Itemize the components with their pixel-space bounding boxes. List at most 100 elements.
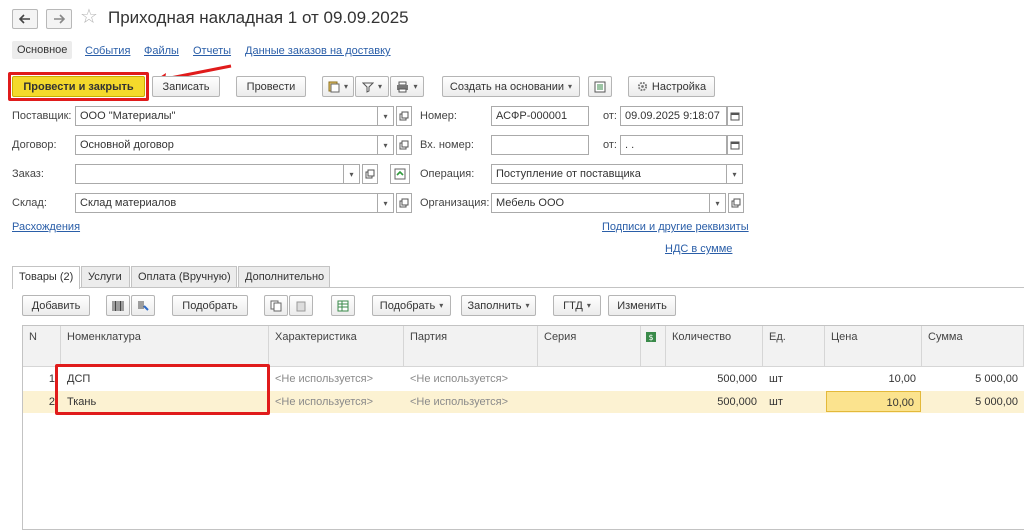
section-events[interactable]: События [85,45,130,57]
column-header-characteristic[interactable]: Характеристика [269,326,404,366]
order-fill-button[interactable] [390,164,410,184]
warehouse-field[interactable]: Склад материалов [75,193,378,213]
svg-text:$: $ [648,333,653,342]
row-series[interactable] [538,391,641,413]
settings-button[interactable]: Настройка [628,76,715,97]
create-based-on-label: Создать на основании [449,80,565,93]
vat-link[interactable]: НДС в сумме [665,243,732,255]
window-title: Приходная накладная 1 от 09.09.2025 [108,8,409,27]
create-based-on-button[interactable]: Создать на основании ▾ [442,76,580,97]
section-main[interactable]: Основное [12,41,73,59]
organization-dropdown[interactable]: ▾ [710,193,726,213]
section-delivery[interactable]: Данные заказов на доставку [245,45,391,57]
printer-icon [397,81,409,92]
row-unit[interactable]: шт [763,391,825,413]
print-button[interactable]: ▾ [390,76,424,97]
number-label: Номер: [420,110,457,122]
contract-dropdown[interactable]: ▾ [378,135,394,155]
change-button[interactable]: Изменить [608,295,676,316]
open-icon [399,198,409,208]
row-sum[interactable]: 5 000,00 [922,391,1024,413]
signatures-link[interactable]: Подписи и другие реквизиты [602,221,749,233]
excel-load-button[interactable] [331,295,355,316]
barcode-button[interactable] [106,295,130,316]
highlight-nomenclature [55,364,270,415]
row-batch[interactable]: <Не используется> [404,391,538,413]
column-header-price[interactable]: Цена [825,326,922,366]
row-price-active-cell[interactable]: 10,00 [826,391,921,412]
row-price[interactable]: 10,00 [825,368,922,390]
section-reports[interactable]: Отчеты [193,45,231,57]
open-icon [399,140,409,150]
filter-button[interactable]: ▾ [355,76,389,97]
section-files[interactable]: Файлы [144,45,179,57]
tab-goods[interactable]: Товары (2) [12,266,80,289]
organization-open-button[interactable] [728,193,744,213]
column-header-series[interactable]: Серия [538,326,641,366]
column-header-quantity[interactable]: Количество [666,326,763,366]
row-batch[interactable]: <Не используется> [404,368,538,390]
structure-button[interactable] [588,76,612,97]
add-row-button[interactable]: Добавить [22,295,90,316]
date-from-label: от: [603,110,617,122]
discrepancies-link[interactable]: Расхождения [12,221,80,233]
supplier-label: Поставщик: [12,110,72,122]
date-field[interactable]: 09.09.2025 9:18:07 [620,106,727,126]
scanner-button[interactable] [131,295,155,316]
fill-menu-button[interactable]: Заполнить ▾ [461,295,536,316]
contract-open-button[interactable] [396,135,412,155]
column-header-batch[interactable]: Партия [404,326,538,366]
incoming-date-field[interactable]: . . [620,135,727,155]
paste-rows-button[interactable] [289,295,313,316]
pick-menu-button[interactable]: Подобрать ▾ [372,295,451,316]
row-characteristic[interactable]: <Не используется> [269,391,404,413]
copy-rows-button[interactable] [264,295,288,316]
column-header-series-icon[interactable]: $ [641,326,666,366]
supplier-field[interactable]: ООО "Материалы" [75,106,378,126]
tab-additional[interactable]: Дополнительно [238,266,330,287]
back-button[interactable] [12,9,38,29]
calendar-icon [730,141,740,150]
contract-label: Договор: [12,139,57,151]
row-quantity[interactable]: 500,000 [666,391,763,413]
column-header-n[interactable]: N [23,326,61,366]
gtd-menu-label: ГТД [563,299,583,312]
column-header-unit[interactable]: Ед. [763,326,825,366]
warehouse-open-button[interactable] [396,193,412,213]
star-icon[interactable]: ☆ [80,6,98,28]
tab-services[interactable]: Услуги [81,266,130,287]
order-open-button[interactable] [362,164,378,184]
order-label: Заказ: [12,168,44,180]
tab-payment[interactable]: Оплата (Вручную) [131,266,237,287]
row-characteristic[interactable]: <Не используется> [269,368,404,390]
incoming-date-calendar-button[interactable] [727,135,743,155]
fill-green-icon [394,168,406,180]
column-header-nomenclature[interactable]: Номенклатура [61,326,269,366]
post-button[interactable]: Провести [236,76,306,97]
row-series[interactable] [538,368,641,390]
column-header-sum[interactable]: Сумма [922,326,1024,366]
organization-field[interactable]: Мебель ООО [491,193,710,213]
operation-field[interactable]: Поступление от поставщика [491,164,727,184]
operation-dropdown[interactable]: ▾ [727,164,743,184]
row-unit[interactable]: шт [763,368,825,390]
structure-icon [594,81,606,92]
pick-button[interactable]: Подобрать [172,295,248,316]
open-icon [399,111,409,121]
order-dropdown[interactable]: ▾ [344,164,360,184]
forward-button[interactable] [46,9,72,29]
supplier-open-button[interactable] [396,106,412,126]
supplier-dropdown[interactable]: ▾ [378,106,394,126]
row-sum[interactable]: 5 000,00 [922,368,1024,390]
order-field[interactable] [75,164,344,184]
incoming-number-field[interactable] [491,135,589,155]
contract-field[interactable]: Основной договор [75,135,378,155]
document-structure-button[interactable]: ▾ [322,76,354,97]
gtd-menu-button[interactable]: ГТД ▾ [553,295,601,316]
barcode-icon [112,300,124,311]
warehouse-dropdown[interactable]: ▾ [378,193,394,213]
save-button[interactable]: Записать [152,76,220,97]
row-quantity[interactable]: 500,000 [666,368,763,390]
date-calendar-button[interactable] [727,106,743,126]
number-field[interactable]: АСФР-000001 [491,106,589,126]
